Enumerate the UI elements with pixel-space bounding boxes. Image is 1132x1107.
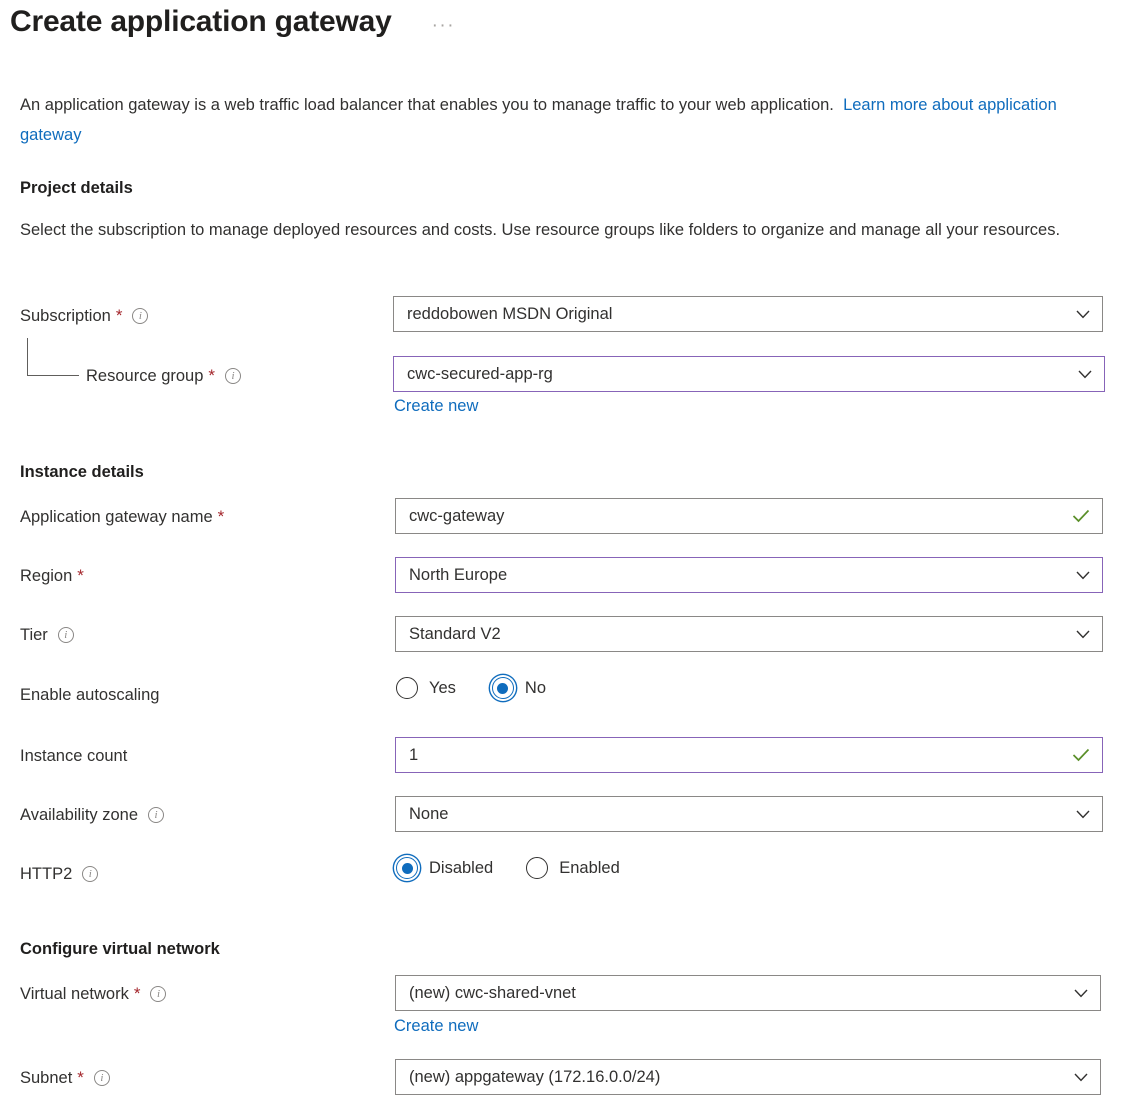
subscription-value: reddobowen MSDN Original bbox=[407, 304, 613, 323]
tier-label: Tier i bbox=[20, 624, 74, 646]
http2-option-disabled[interactable]: Disabled bbox=[396, 857, 493, 879]
project-details-heading: Project details bbox=[20, 179, 133, 197]
http2-radio-group: Disabled Enabled bbox=[396, 857, 620, 879]
http2-info-icon[interactable]: i bbox=[82, 866, 99, 882]
vnet-label: Virtual network * i bbox=[20, 983, 167, 1005]
vnet-required-asterisk: * bbox=[133, 984, 141, 1003]
instance-count-input[interactable]: 1 bbox=[395, 737, 1103, 773]
instance-count-value: 1 bbox=[409, 745, 419, 764]
http2-label: HTTP2 i bbox=[20, 863, 99, 885]
subnet-label-text: Subnet bbox=[20, 1069, 73, 1087]
autoscaling-label: Enable autoscaling bbox=[20, 684, 159, 706]
http2-label-text: HTTP2 bbox=[20, 865, 73, 883]
resource-group-label-text: Resource group bbox=[86, 367, 204, 385]
vnet-label-text: Virtual network bbox=[20, 985, 129, 1003]
virtual-network-heading: Configure virtual network bbox=[20, 940, 220, 958]
resource-group-create-new-link[interactable]: Create new bbox=[394, 395, 478, 417]
chevron-down-icon bbox=[1076, 810, 1090, 819]
radio-unchecked-icon bbox=[526, 857, 549, 879]
vnet-info-icon[interactable]: i bbox=[150, 986, 167, 1002]
http2-option-enabled[interactable]: Enabled bbox=[526, 857, 620, 879]
subnet-value: (new) appgateway (172.16.0.0/24) bbox=[409, 1067, 661, 1086]
availability-zone-dropdown[interactable]: None bbox=[395, 796, 1103, 832]
chevron-down-icon bbox=[1074, 989, 1088, 998]
autoscaling-option-no[interactable]: No bbox=[491, 677, 547, 699]
radio-checked-icon bbox=[491, 677, 514, 699]
subnet-label: Subnet * i bbox=[20, 1067, 110, 1089]
valid-check-icon bbox=[1072, 748, 1090, 762]
chevron-down-icon bbox=[1076, 310, 1090, 319]
region-required-asterisk: * bbox=[77, 566, 84, 585]
gateway-name-value: cwc-gateway bbox=[409, 506, 505, 525]
subscription-label: Subscription * i bbox=[20, 305, 149, 327]
resource-group-label: Resource group * i bbox=[86, 365, 242, 387]
chevron-down-icon bbox=[1074, 1073, 1088, 1082]
valid-check-icon bbox=[1072, 509, 1090, 523]
instance-details-heading: Instance details bbox=[20, 463, 144, 481]
autoscaling-radio-group: Yes No bbox=[396, 677, 546, 699]
tier-value: Standard V2 bbox=[409, 624, 501, 643]
subnet-dropdown[interactable]: (new) appgateway (172.16.0.0/24) bbox=[395, 1059, 1101, 1095]
region-dropdown[interactable]: North Europe bbox=[395, 557, 1103, 593]
more-options-icon[interactable]: ··· bbox=[426, 12, 461, 40]
region-label-text: Region bbox=[20, 567, 73, 585]
gateway-name-input[interactable]: cwc-gateway bbox=[395, 498, 1103, 534]
autoscaling-option-no-label: No bbox=[524, 679, 547, 697]
blade-description: An application gateway is a web traffic … bbox=[20, 90, 1110, 150]
gateway-name-required-asterisk: * bbox=[217, 507, 225, 526]
gateway-name-label-text: Application gateway name bbox=[20, 508, 213, 526]
resource-group-tree-connector bbox=[27, 338, 79, 376]
resource-group-required-asterisk: * bbox=[208, 366, 216, 385]
autoscaling-option-yes[interactable]: Yes bbox=[396, 677, 456, 699]
blade-header: Create application gateway ··· bbox=[10, 2, 461, 42]
http2-option-enabled-label: Enabled bbox=[559, 859, 620, 877]
tier-info-icon[interactable]: i bbox=[57, 627, 74, 643]
region-value: North Europe bbox=[409, 565, 508, 584]
vnet-value: (new) cwc-shared-vnet bbox=[409, 983, 576, 1002]
gateway-name-label: Application gateway name * bbox=[20, 506, 224, 528]
region-label: Region * bbox=[20, 565, 84, 587]
availability-zone-label: Availability zone i bbox=[20, 804, 165, 826]
vnet-dropdown[interactable]: (new) cwc-shared-vnet bbox=[395, 975, 1101, 1011]
radio-unchecked-icon bbox=[396, 677, 418, 699]
subscription-dropdown[interactable]: reddobowen MSDN Original bbox=[393, 296, 1103, 332]
chevron-down-icon bbox=[1078, 370, 1092, 379]
autoscaling-label-text: Enable autoscaling bbox=[20, 686, 160, 704]
resource-group-dropdown[interactable]: cwc-secured-app-rg bbox=[393, 356, 1105, 392]
tier-dropdown[interactable]: Standard V2 bbox=[395, 616, 1103, 652]
create-application-gateway-blade: Create application gateway ··· An applic… bbox=[0, 0, 1132, 1107]
subnet-info-icon[interactable]: i bbox=[93, 1070, 110, 1086]
subscription-label-text: Subscription bbox=[20, 307, 111, 325]
resource-group-value: cwc-secured-app-rg bbox=[407, 364, 553, 383]
vnet-create-new-link[interactable]: Create new bbox=[394, 1015, 478, 1037]
resource-group-info-icon[interactable]: i bbox=[225, 368, 242, 384]
subscription-required-asterisk: * bbox=[115, 306, 123, 325]
chevron-down-icon bbox=[1076, 630, 1090, 639]
subscription-info-icon[interactable]: i bbox=[132, 308, 149, 324]
blade-description-text: An application gateway is a web traffic … bbox=[20, 96, 834, 114]
instance-count-label-text: Instance count bbox=[20, 747, 128, 765]
radio-checked-icon bbox=[396, 857, 418, 879]
availability-zone-label-text: Availability zone bbox=[20, 806, 139, 824]
page-title: Create application gateway bbox=[10, 5, 392, 38]
availability-zone-info-icon[interactable]: i bbox=[148, 807, 165, 823]
autoscaling-option-yes-label: Yes bbox=[429, 679, 456, 697]
subnet-required-asterisk: * bbox=[77, 1068, 84, 1087]
tier-label-text: Tier bbox=[20, 626, 48, 644]
availability-zone-value: None bbox=[409, 804, 449, 823]
chevron-down-icon bbox=[1076, 571, 1090, 580]
project-details-description: Select the subscription to manage deploy… bbox=[20, 221, 1061, 239]
instance-count-label: Instance count bbox=[20, 745, 127, 767]
http2-option-disabled-label: Disabled bbox=[429, 859, 494, 877]
